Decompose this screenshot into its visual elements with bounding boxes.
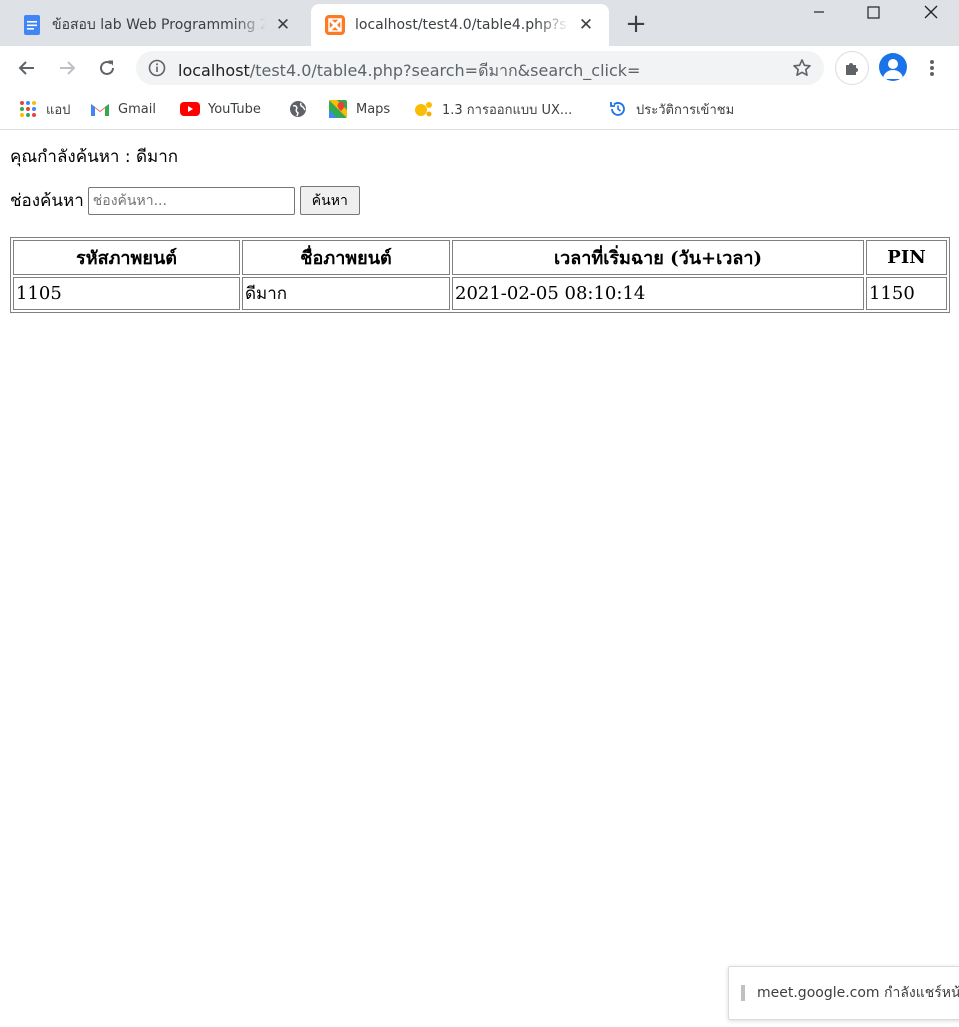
search-label: ช่องค้นหา [10, 191, 84, 211]
tab-exam-doc[interactable]: ข้อสอบ lab Web Programming 2/2 ✕ [8, 4, 306, 46]
bookmarks-bar: แอป Gmail YouTube Maps 1.3 การออกแบบ UX.… [0, 90, 959, 130]
search-form: ช่องค้นหา ค้นหา [10, 186, 360, 215]
bookmark-star-icon[interactable] [792, 58, 812, 78]
bookmark-label: ประวัติการเข้าชม [636, 102, 735, 118]
share-notification-text: meet.google.com กำลังแชร์หน้าจอ [757, 985, 959, 1001]
profile-avatar-icon[interactable] [879, 53, 907, 81]
search-button[interactable]: ค้นหา [299, 186, 360, 215]
header-movie-id: รหัสภาพยนต์ [13, 240, 240, 275]
close-window-icon[interactable] [908, 0, 954, 24]
bookmark-label: 1.3 การออกแบบ UX... [442, 102, 573, 118]
close-tab-icon[interactable]: ✕ [272, 14, 294, 36]
bookmark-globe[interactable] [288, 98, 316, 120]
cell-movie-id: 1105 [13, 277, 240, 310]
cell-showtime: 2021-02-05 08:10:14 [452, 277, 864, 310]
extensions-puzzle-icon[interactable] [835, 51, 869, 85]
url-path: /test4.0/table4.php?search=ดีมาก&search_… [249, 61, 641, 80]
tab-title: localhost/test4.0/table4.php?search=ดีมา… [355, 17, 569, 33]
cell-movie-name: ดีมาก [242, 277, 450, 310]
bookmark-gmail[interactable]: Gmail [90, 98, 156, 120]
close-tab-icon[interactable]: ✕ [575, 14, 597, 36]
drag-handle-icon[interactable] [741, 985, 745, 1001]
menu-kebab-icon[interactable] [920, 54, 944, 82]
apps-grid-icon [18, 99, 38, 119]
header-showtime: เวลาที่เริ่มฉาย (วัน+เวลา) [452, 240, 864, 275]
bookmark-apps[interactable]: แอป [18, 98, 70, 120]
bookmark-label: Maps [356, 101, 391, 117]
history-icon [608, 99, 628, 119]
table-row: 1105 ดีมาก 2021-02-05 08:10:14 1150 [13, 277, 947, 310]
table-header-row: รหัสภาพยนต์ ชื่อภาพยนต์ เวลาที่เริ่มฉาย … [13, 240, 947, 275]
globe-icon [288, 99, 308, 119]
search-input[interactable] [87, 186, 295, 215]
design-icon [414, 99, 434, 119]
google-docs-icon [22, 15, 42, 35]
maps-icon [328, 99, 348, 119]
new-tab-button[interactable]: + [622, 9, 650, 39]
gmail-icon [90, 99, 110, 119]
bookmark-maps[interactable]: Maps [328, 98, 390, 120]
search-status-text: คุณกำลังค้นหา : ดีมาก [10, 147, 179, 167]
bookmark-label: YouTube [208, 101, 261, 117]
maximize-icon[interactable] [850, 0, 896, 24]
bookmark-label: แอป [46, 102, 71, 118]
tab-localhost[interactable]: localhost/test4.0/table4.php?search=ดีมา… [311, 4, 609, 46]
header-movie-name: ชื่อภาพยนต์ [242, 240, 450, 275]
tab-title: ข้อสอบ lab Web Programming 2/2 [52, 17, 266, 33]
youtube-icon [180, 99, 200, 119]
reload-icon[interactable] [91, 52, 123, 84]
minimize-icon[interactable] [796, 0, 842, 24]
header-pin: PIN [866, 240, 947, 275]
bookmark-ux-design[interactable]: 1.3 การออกแบบ UX... [414, 98, 572, 120]
back-icon[interactable] [11, 52, 43, 84]
tab-strip: ข้อสอบ lab Web Programming 2/2 ✕ localho… [0, 0, 959, 46]
url-host: localhost [178, 61, 250, 80]
bookmark-youtube[interactable]: YouTube [180, 98, 261, 120]
address-bar[interactable]: localhost/test4.0/table4.php?search=ดีมา… [136, 51, 824, 85]
xampp-icon [325, 15, 345, 35]
cell-pin: 1150 [866, 277, 947, 310]
browser-toolbar: localhost/test4.0/table4.php?search=ดีมา… [0, 46, 959, 90]
info-icon[interactable] [148, 59, 166, 77]
screen-share-notification: meet.google.com กำลังแชร์หน้าจอ [728, 966, 959, 1020]
results-table: รหัสภาพยนต์ ชื่อภาพยนต์ เวลาที่เริ่มฉาย … [10, 237, 950, 313]
url-text: localhost/test4.0/table4.php?search=ดีมา… [178, 59, 640, 84]
forward-icon[interactable] [51, 52, 83, 84]
bookmark-label: Gmail [118, 101, 156, 117]
bookmark-history[interactable]: ประวัติการเข้าชม [608, 98, 734, 120]
